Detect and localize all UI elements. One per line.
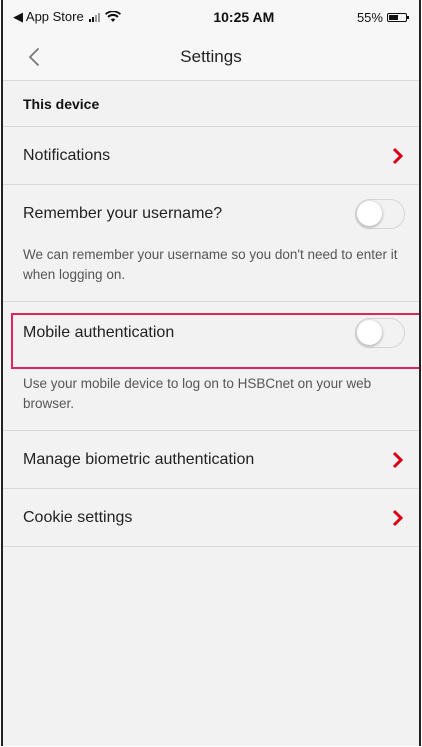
remember-username-row: Remember your username? — [3, 185, 419, 243]
remember-username-toggle[interactable] — [355, 199, 405, 229]
manage-biometric-row[interactable]: Manage biometric authentication — [3, 431, 419, 489]
remember-username-description: We can remember your username so you don… — [3, 243, 419, 302]
notifications-label: Notifications — [23, 146, 111, 164]
battery-percent: 55% — [356, 9, 383, 25]
mobile-authentication-row: Mobile authentication — [3, 304, 419, 362]
remember-username-label: Remember your username? — [23, 205, 223, 222]
page-title: Settings — [180, 47, 242, 66]
chevron-right-icon — [391, 508, 405, 528]
status-bar: ◀ App Store 10:25 AM 55% — [3, 0, 419, 34]
status-left: ◀ App Store — [13, 9, 121, 25]
mobile-authentication-toggle[interactable] — [355, 318, 405, 348]
notifications-row[interactable]: Notifications — [3, 127, 419, 185]
cookie-settings-row[interactable]: Cookie settings — [3, 489, 419, 547]
manage-biometric-label: Manage biometric authentication — [23, 450, 255, 468]
settings-screen: ◀ App Store 10:25 AM 55% Settings This d… — [1, 0, 421, 746]
back-button[interactable] — [23, 44, 45, 70]
wifi-icon — [104, 11, 121, 22]
battery-icon — [386, 12, 409, 22]
status-right: 55% — [356, 9, 409, 25]
status-time: 10:25 AM — [213, 9, 275, 25]
toggle-knob — [357, 320, 382, 345]
back-to-app-link[interactable]: ◀ App Store — [13, 9, 84, 25]
mobile-authentication-description: Use your mobile device to log on to HSBC… — [3, 362, 419, 431]
signal-icon — [88, 12, 100, 22]
navigation-bar: Settings — [3, 34, 419, 81]
battery-fill — [388, 14, 398, 20]
section-header: This device — [3, 81, 419, 127]
cookie-settings-label: Cookie settings — [23, 508, 133, 526]
toggle-knob — [357, 201, 382, 226]
chevron-right-icon — [391, 146, 405, 166]
chevron-left-icon — [29, 48, 39, 66]
mobile-authentication-label: Mobile authentication — [23, 324, 175, 341]
chevron-right-icon — [391, 450, 405, 470]
